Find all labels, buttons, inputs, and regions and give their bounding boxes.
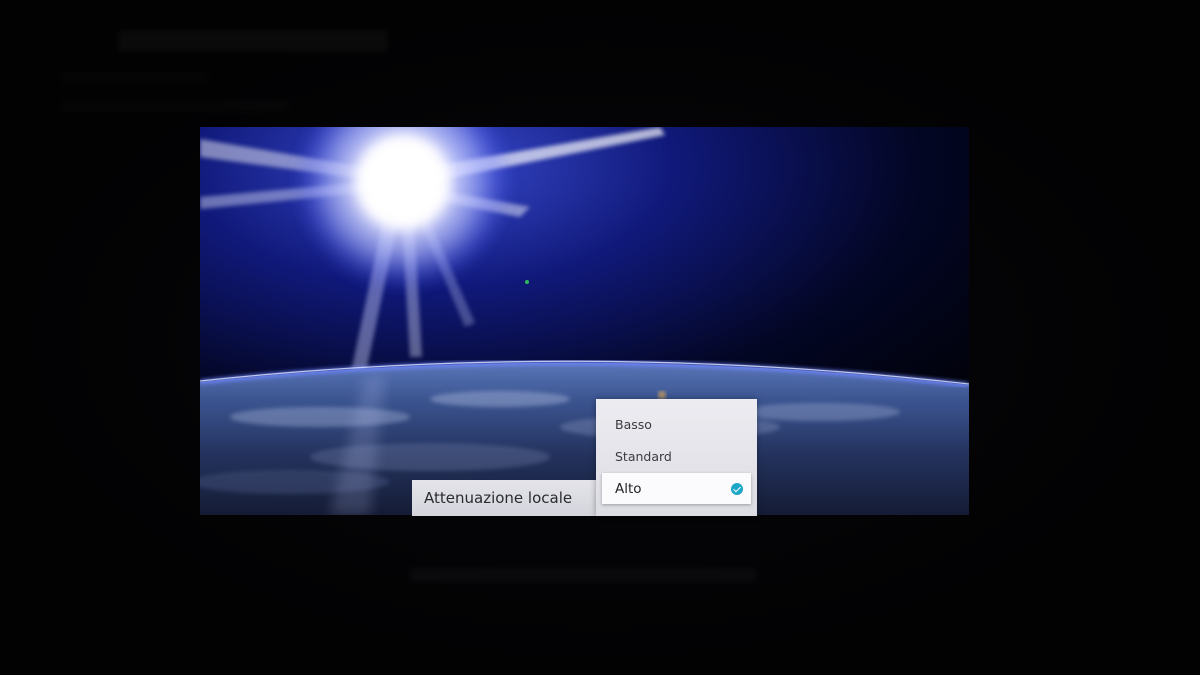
local-dimming-label: Attenuazione locale bbox=[424, 489, 573, 507]
video-preview bbox=[200, 127, 969, 515]
background-ghost-row bbox=[60, 72, 210, 84]
option-alto[interactable]: Alto bbox=[602, 473, 751, 504]
local-dimming-dropdown: Basso Standard Alto bbox=[596, 399, 757, 516]
tv-screen: Attenuazione locale Basso Standard Alto bbox=[0, 0, 1200, 675]
background-ghost-row bbox=[60, 100, 290, 112]
option-label: Standard bbox=[615, 449, 672, 464]
option-standard[interactable]: Standard bbox=[602, 441, 751, 472]
check-circle-icon bbox=[731, 483, 743, 495]
option-basso[interactable]: Basso bbox=[602, 409, 751, 440]
local-dimming-setting[interactable]: Attenuazione locale bbox=[412, 480, 596, 516]
earth-sunrise-image bbox=[200, 127, 969, 515]
option-label: Alto bbox=[615, 480, 642, 497]
option-label: Basso bbox=[615, 417, 652, 432]
background-ghost-bar bbox=[410, 568, 756, 582]
background-menu-ghost bbox=[118, 30, 388, 52]
